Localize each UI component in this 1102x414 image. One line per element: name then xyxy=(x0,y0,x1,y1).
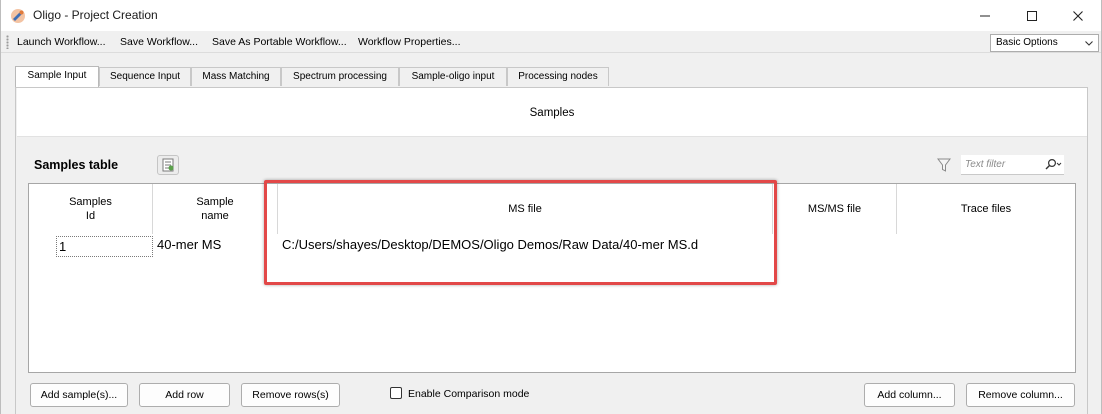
maximize-button[interactable] xyxy=(1009,0,1055,31)
launch-workflow-menu[interactable]: Launch Workflow... xyxy=(17,36,106,48)
column-header-sample-name[interactable]: Sample name xyxy=(153,184,278,234)
filter-icon[interactable] xyxy=(937,157,951,176)
workflow-toolbar: Launch Workflow... Save Workflow... Save… xyxy=(1,31,1101,53)
sample-name-cell[interactable]: 40-mer MS xyxy=(157,237,221,252)
options-level-value: Basic Options xyxy=(996,37,1058,48)
text-filter-placeholder: Text filter xyxy=(965,159,1006,170)
header-text: Trace files xyxy=(960,203,1012,215)
tab-spectrum-processing[interactable]: Spectrum processing xyxy=(281,67,399,86)
save-workflow-menu[interactable]: Save Workflow... xyxy=(120,36,198,48)
options-level-select[interactable]: Basic Options xyxy=(990,34,1099,52)
remove-column-button[interactable]: Remove column... xyxy=(966,383,1075,407)
column-header-samples-id[interactable]: Samples Id xyxy=(29,184,153,234)
tab-mass-matching[interactable]: Mass Matching xyxy=(191,67,281,86)
app-logo-icon xyxy=(10,8,26,24)
header-text: MS/MS file xyxy=(807,203,862,215)
tab-sample-oligo-input[interactable]: Sample-oligo input xyxy=(399,67,507,86)
chevron-down-icon xyxy=(1085,41,1093,46)
header-text: Sample xyxy=(196,196,234,208)
window-title: Oligo - Project Creation xyxy=(33,8,158,22)
header-text: Id xyxy=(85,210,96,222)
title-bar[interactable]: Oligo - Project Creation xyxy=(1,0,1101,31)
app-window: Oligo - Project Creation Launch Workflow… xyxy=(0,0,1102,414)
remove-rows-button[interactable]: Remove rows(s) xyxy=(241,383,340,407)
enable-comparison-checkbox[interactable] xyxy=(390,387,402,399)
text-filter-input[interactable]: Text filter xyxy=(961,155,1064,175)
search-icon[interactable] xyxy=(1044,158,1062,173)
samples-table-title: Samples table xyxy=(34,158,119,172)
add-samples-button[interactable]: Add sample(s)... xyxy=(30,383,128,407)
samples-section-title: Samples xyxy=(529,107,575,119)
close-icon xyxy=(1073,10,1083,21)
add-row-button[interactable]: Add row xyxy=(139,383,230,407)
minimize-icon xyxy=(980,15,990,16)
add-column-button[interactable]: Add column... xyxy=(864,383,955,407)
maximize-icon xyxy=(1027,10,1037,21)
tab-sample-input[interactable]: Sample Input xyxy=(15,66,99,87)
toolbar-grip-icon[interactable] xyxy=(6,35,9,49)
samples-header: Samples xyxy=(17,88,1087,137)
sample-input-panel: Samples Samples table Text filter Sample… xyxy=(15,87,1088,414)
header-text: Samples xyxy=(69,196,112,208)
table-settings-button[interactable] xyxy=(157,155,179,175)
workflow-properties-menu[interactable]: Workflow Properties... xyxy=(358,36,461,48)
sample-id-cell[interactable]: 1 xyxy=(56,236,153,257)
ms-file-highlight-annotation xyxy=(264,180,777,285)
enable-comparison-label[interactable]: Enable Comparison mode xyxy=(408,388,529,400)
column-header-msms-file[interactable]: MS/MS file xyxy=(773,184,897,234)
table-edit-icon xyxy=(162,158,174,172)
minimize-button[interactable] xyxy=(962,0,1008,31)
close-button[interactable] xyxy=(1055,0,1101,31)
tab-processing-nodes[interactable]: Processing nodes xyxy=(507,67,609,86)
tab-sequence-input[interactable]: Sequence Input xyxy=(99,67,191,86)
header-text: name xyxy=(201,210,229,222)
column-header-trace-files[interactable]: Trace files xyxy=(897,184,1075,234)
save-portable-workflow-menu[interactable]: Save As Portable Workflow... xyxy=(212,36,347,48)
